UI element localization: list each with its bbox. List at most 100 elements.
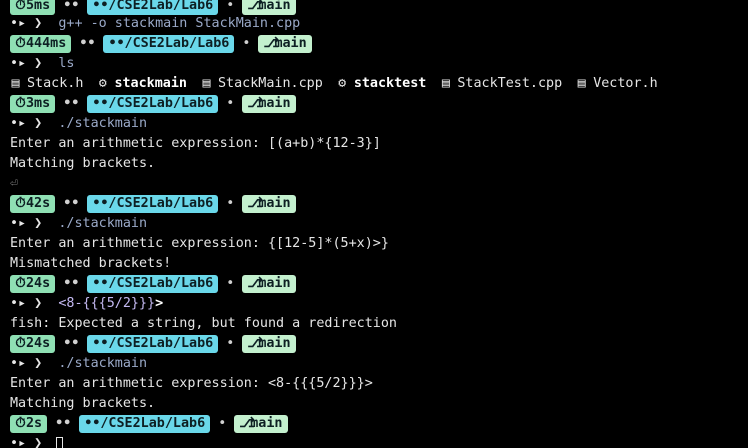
- duration-text: 24s: [26, 336, 51, 351]
- separator-dot: •: [226, 336, 235, 351]
- timer-icon: ⏱: [15, 96, 26, 111]
- file-entry: ▤ StackMain.cpp: [201, 74, 323, 94]
- file-name: StackMain.cpp: [218, 76, 323, 91]
- branch-name: main: [250, 416, 283, 431]
- timer-icon: ⏱: [15, 276, 26, 291]
- command-redirect: >: [155, 296, 164, 311]
- prompt-symbol: •▸ ❯: [10, 356, 59, 371]
- timer-icon: ⏱: [15, 336, 26, 351]
- file-entry: ▤ Stack.h: [10, 74, 83, 94]
- file-entry: ▤ Vector.h: [576, 74, 658, 94]
- git-branch-badge: ⎇ main: [258, 35, 312, 53]
- directory-path: ••/CSE2Lab/Lab6: [92, 336, 214, 351]
- timer-icon: ⏱: [15, 196, 26, 211]
- file-entry: ⚙ stacktest: [337, 74, 426, 94]
- command-line: •▸ ❯ ./stackmain: [10, 114, 748, 134]
- text-cursor[interactable]: [56, 437, 64, 448]
- command-line: •▸ ❯ ./stackmain: [10, 354, 748, 374]
- duration-text: 444ms: [26, 36, 67, 51]
- directory-badge: ••/CSE2Lab/Lab6: [87, 195, 219, 213]
- file-icon: ▤: [11, 76, 20, 91]
- git-branch-badge: ⎇ main: [242, 335, 296, 353]
- file-entry: ⚙ stackmain: [97, 74, 187, 94]
- file-name: stackmain: [114, 76, 187, 91]
- prompt-line: ⏱ 42s •• ••/CSE2Lab/Lab6 • ⎇ main: [10, 194, 748, 214]
- git-branch-icon: ⎇: [247, 196, 263, 211]
- terminal-window[interactable]: ⏱ 5ms •• ••/CSE2Lab/Lab6 • ⎇ main •▸ ❯ g++ -o…: [0, 0, 748, 448]
- separator-dots: ••: [55, 416, 72, 431]
- branch-name: main: [258, 96, 291, 111]
- output-text: Matching brackets.: [10, 156, 156, 171]
- directory-badge: ••/CSE2Lab/Lab6: [87, 275, 219, 293]
- file-name: Stack.h: [27, 76, 84, 91]
- ls-output: ▤ Stack.h ⚙ stackmain ▤ StackMain.cpp ⚙ stackte…: [10, 74, 748, 94]
- duration-text: 42s: [26, 196, 51, 211]
- prompt-symbol: •▸ ❯: [10, 296, 59, 311]
- command-line: •▸ ❯ <8-{{{5/2}}} >: [10, 294, 748, 314]
- directory-badge: ••/CSE2Lab/Lab6: [87, 335, 219, 353]
- directory-path: ••/CSE2Lab/Lab6: [108, 36, 230, 51]
- prompt-line: ⏱ 5ms •• ••/CSE2Lab/Lab6 • ⎇ main: [10, 0, 748, 15]
- timer-icon: ⏱: [15, 416, 26, 431]
- prompt-symbol: •▸ ❯: [10, 56, 59, 71]
- file-icon: ▤: [441, 76, 450, 91]
- duration-badge: ⏱ 3ms: [10, 95, 56, 113]
- git-branch-icon: ⎇: [263, 36, 279, 51]
- git-branch-icon: ⎇: [247, 0, 263, 13]
- command-text: ./stackmain: [58, 356, 148, 371]
- separator-dot: •: [218, 416, 227, 431]
- duration-text: 3ms: [26, 96, 51, 111]
- directory-badge: ••/CSE2Lab/Lab6: [87, 95, 219, 113]
- git-branch-badge: ⎇ main: [242, 0, 296, 15]
- command-text: <8-{{{5/2}}}: [58, 296, 156, 311]
- directory-badge: ••/CSE2Lab/Lab6: [79, 415, 211, 433]
- output-text: Enter an arithmetic expression: {[12-5]*…: [10, 236, 389, 251]
- duration-badge: ⏱ 2s: [10, 415, 48, 433]
- separator-dot: •: [242, 36, 251, 51]
- file-name: StackTest.cpp: [457, 76, 563, 91]
- command-text: ./stackmain: [58, 216, 148, 231]
- duration-badge: ⏱ 444ms: [10, 35, 72, 53]
- output-text: Mismatched brackets!: [10, 256, 172, 271]
- output-line: Mismatched brackets!: [10, 254, 748, 274]
- duration-badge: ⏱ 5ms: [10, 0, 56, 15]
- file-icon: ▤: [202, 76, 211, 91]
- separator-dots: ••: [63, 96, 80, 111]
- file-entry: ▤ StackTest.cpp: [440, 74, 562, 94]
- command-text: ls: [58, 56, 75, 71]
- git-branch-icon: ⎇: [247, 96, 263, 111]
- command-text: ./stackmain: [58, 116, 148, 131]
- file-name: Vector.h: [593, 76, 658, 91]
- prompt-symbol: •▸ ❯: [10, 16, 59, 31]
- prompt-line: ⏱ 24s •• ••/CSE2Lab/Lab6 • ⎇ main: [10, 334, 748, 354]
- output-text: Enter an arithmetic expression: <8-{{{5/…: [10, 376, 373, 391]
- output-line: Matching brackets.: [10, 394, 748, 414]
- output-line: fish: Expected a string, but found a red…: [10, 314, 748, 334]
- duration-text: 2s: [26, 416, 43, 431]
- output-line: Enter an arithmetic expression: <8-{{{5/…: [10, 374, 748, 394]
- branch-name: main: [258, 0, 291, 13]
- output-text: Matching brackets.: [10, 396, 156, 411]
- git-branch-badge: ⎇ main: [242, 195, 296, 213]
- branch-name: main: [258, 276, 291, 291]
- directory-path: ••/CSE2Lab/Lab6: [84, 416, 206, 431]
- command-text: g++ -o stackmain StackMain.cpp: [58, 16, 301, 31]
- git-branch-icon: ⎇: [239, 416, 255, 431]
- duration-badge: ⏱ 42s: [10, 195, 56, 213]
- output-text: fish: Expected a string, but found a red…: [10, 316, 397, 331]
- command-line: •▸ ❯ ls: [10, 54, 748, 74]
- separator-dots: ••: [63, 196, 80, 211]
- timer-icon: ⏱: [15, 36, 26, 51]
- duration-badge: ⏱ 24s: [10, 335, 56, 353]
- prompt-line: ⏱ 2s •• ••/CSE2Lab/Lab6 • ⎇ main: [10, 414, 748, 434]
- directory-badge: ••/CSE2Lab/Lab6: [103, 35, 235, 53]
- prompt-symbol: •▸ ❯: [10, 436, 51, 448]
- duration-text: 24s: [26, 276, 51, 291]
- directory-path: ••/CSE2Lab/Lab6: [92, 196, 214, 211]
- return-icon: ⏎: [10, 176, 19, 191]
- executable-icon: ⚙: [98, 76, 107, 91]
- branch-name: main: [274, 36, 307, 51]
- separator-dots: ••: [79, 36, 96, 51]
- prompt-line: ⏱ 24s •• ••/CSE2Lab/Lab6 • ⎇ main: [10, 274, 748, 294]
- git-branch-icon: ⎇: [247, 276, 263, 291]
